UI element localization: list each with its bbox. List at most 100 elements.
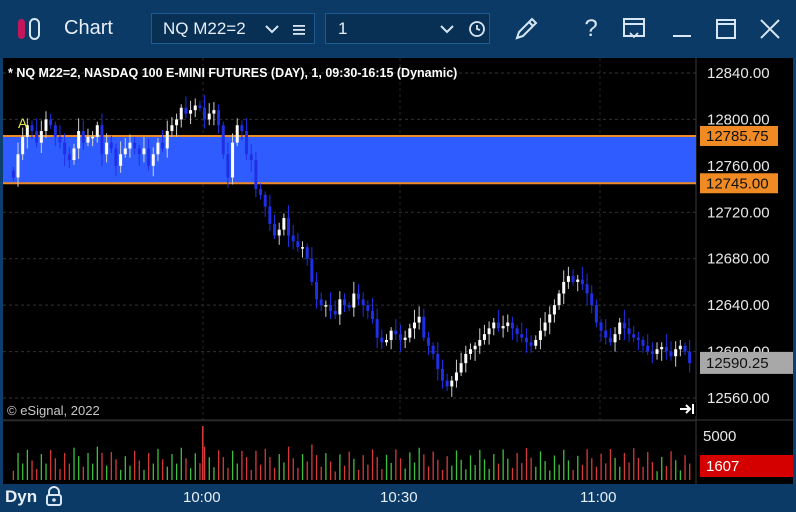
- volume-bar: [460, 459, 462, 480]
- candle-body: [63, 142, 67, 155]
- candle-body: [77, 131, 81, 149]
- candle-body: [534, 339, 538, 346]
- candle-body: [487, 328, 491, 335]
- volume-bar: [567, 460, 570, 480]
- candle-body: [450, 380, 454, 387]
- candle-body: [72, 148, 76, 161]
- volume-bar: [106, 465, 108, 480]
- candle-body: [91, 136, 95, 139]
- volume-bar: [656, 471, 658, 480]
- volume-bar: [525, 447, 528, 480]
- help-icon[interactable]: ?: [578, 14, 604, 44]
- candle-body: [184, 107, 188, 114]
- candle-body: [664, 346, 668, 352]
- maximize-icon[interactable]: [712, 15, 740, 43]
- dyn-label[interactable]: Dyn: [5, 487, 37, 507]
- symbol-value: NQ M22=2: [163, 18, 246, 38]
- candle-body: [431, 345, 435, 354]
- volume-bar: [479, 449, 481, 480]
- candle-body: [594, 305, 598, 323]
- volume-bar: [647, 451, 649, 480]
- marker-label[interactable]: A: [18, 115, 28, 131]
- volume-bar: [101, 452, 103, 480]
- volume-bar: [502, 449, 504, 480]
- lock-icon[interactable]: [44, 485, 64, 512]
- layout-icon[interactable]: [620, 15, 648, 43]
- volume-bar: [614, 457, 616, 480]
- candle-body: [552, 305, 556, 315]
- candle-body: [641, 339, 645, 346]
- chart-header: * NQ M22=2, NASDAQ 100 E-MINI FUTURES (D…: [8, 66, 457, 80]
- symbol-selector[interactable]: NQ M22=2: [151, 13, 315, 44]
- candle-body: [268, 206, 272, 224]
- candle-body: [660, 346, 664, 350]
- candle-body: [646, 345, 650, 352]
- candle-body: [394, 330, 398, 335]
- candle-body: [193, 105, 197, 111]
- volume-bar: [423, 454, 425, 480]
- price-chart[interactable]: * NQ M22=2, NASDAQ 100 E-MINI FUTURES (D…: [3, 58, 796, 484]
- candle-body: [30, 125, 34, 132]
- watermark: © eSignal, 2022: [7, 403, 100, 418]
- volume-bar: [26, 449, 29, 480]
- menu-icon[interactable]: [292, 22, 306, 42]
- volume-bar: [157, 448, 159, 480]
- candle-body: [49, 119, 53, 126]
- volume-bar: [311, 444, 313, 480]
- volume-bar: [227, 467, 229, 480]
- candle-body: [119, 154, 123, 166]
- price-tick: 12720.00: [707, 204, 770, 221]
- volume-bar: [455, 450, 458, 480]
- volume-bar: [409, 452, 411, 480]
- chevron-down-icon[interactable]: [439, 21, 455, 41]
- candle-body: [170, 125, 174, 132]
- volume-bar: [385, 454, 388, 480]
- candle-body: [287, 218, 291, 236]
- candle-body: [203, 107, 207, 120]
- volume-bar: [441, 469, 444, 480]
- volume-bar: [637, 457, 640, 480]
- chevron-down-icon[interactable]: [264, 21, 280, 41]
- candle-body: [105, 142, 109, 155]
- candle-body: [599, 322, 603, 331]
- candle-body: [688, 351, 692, 364]
- volume-bar: [124, 456, 126, 480]
- volume-bar: [96, 446, 98, 480]
- volume-bar: [395, 449, 397, 480]
- candle-body: [291, 235, 295, 242]
- zone-bottom-price-label: 12745.00: [706, 175, 769, 192]
- volume-bar: [180, 447, 182, 480]
- candle-body: [329, 305, 333, 311]
- volume-bar: [399, 458, 402, 480]
- clock-icon[interactable]: [468, 20, 486, 43]
- candle-body: [179, 107, 183, 120]
- candle-body: [315, 281, 319, 300]
- volume-bar: [273, 467, 276, 480]
- volume-bar: [633, 448, 635, 480]
- volume-bar: [40, 454, 43, 480]
- close-icon[interactable]: [756, 15, 784, 43]
- time-axis-bar[interactable]: Dyn 10:00 10:30 11:00: [0, 484, 796, 510]
- volume-bar: [353, 458, 355, 480]
- volume-bar: [250, 469, 252, 480]
- candle-body: [310, 258, 314, 282]
- volume-bar: [185, 458, 187, 480]
- scroll-to-end-icon[interactable]: [678, 402, 696, 416]
- pencil-icon[interactable]: [510, 14, 542, 44]
- candle-body: [650, 351, 654, 354]
- volume-bar: [82, 466, 84, 480]
- chart-area[interactable]: * NQ M22=2, NASDAQ 100 E-MINI FUTURES (D…: [3, 58, 796, 484]
- volume-bar: [297, 467, 299, 480]
- volume-bar: [152, 463, 154, 480]
- volume-last-label: 1607: [706, 458, 739, 475]
- interval-selector[interactable]: 1: [325, 13, 490, 44]
- volume-bar: [278, 454, 280, 480]
- volume-bar: [348, 451, 350, 480]
- volume-bar: [54, 458, 57, 480]
- volume-bar: [120, 469, 122, 480]
- volume-bar: [600, 453, 602, 480]
- candle-body: [156, 142, 160, 155]
- price-tick: 12760.00: [707, 158, 770, 175]
- minimize-icon[interactable]: [668, 15, 696, 43]
- volume-bar: [581, 464, 584, 480]
